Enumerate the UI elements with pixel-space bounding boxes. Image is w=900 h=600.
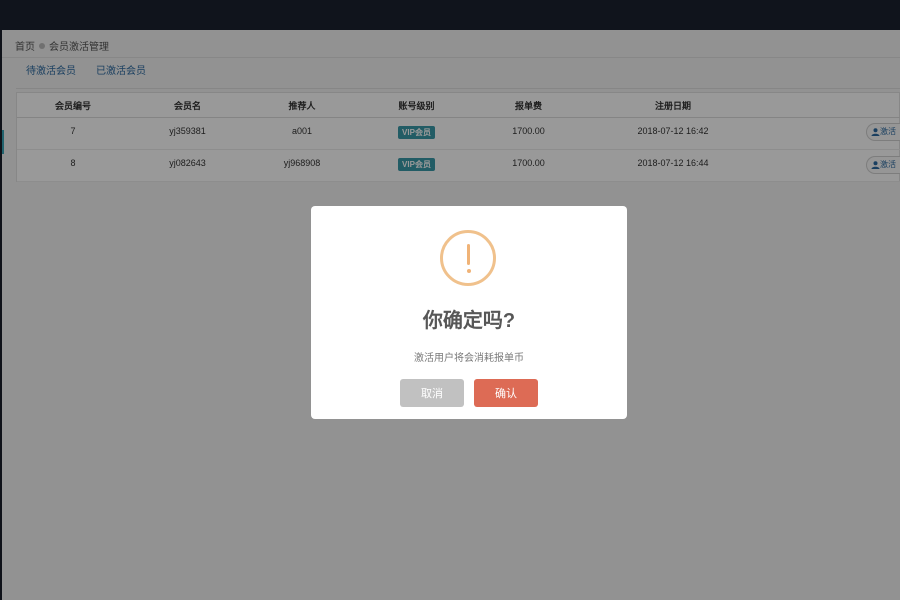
confirm-button[interactable]: 确认 xyxy=(474,379,538,407)
cancel-button[interactable]: 取消 xyxy=(400,379,464,407)
confirm-dialog: 你确定吗? 激活用户将会消耗报单币 取消 确认 xyxy=(311,206,627,419)
warning-icon xyxy=(440,230,496,286)
dialog-message: 激活用户将会消耗报单币 xyxy=(414,353,524,364)
dialog-title: 你确定吗? xyxy=(422,310,516,332)
